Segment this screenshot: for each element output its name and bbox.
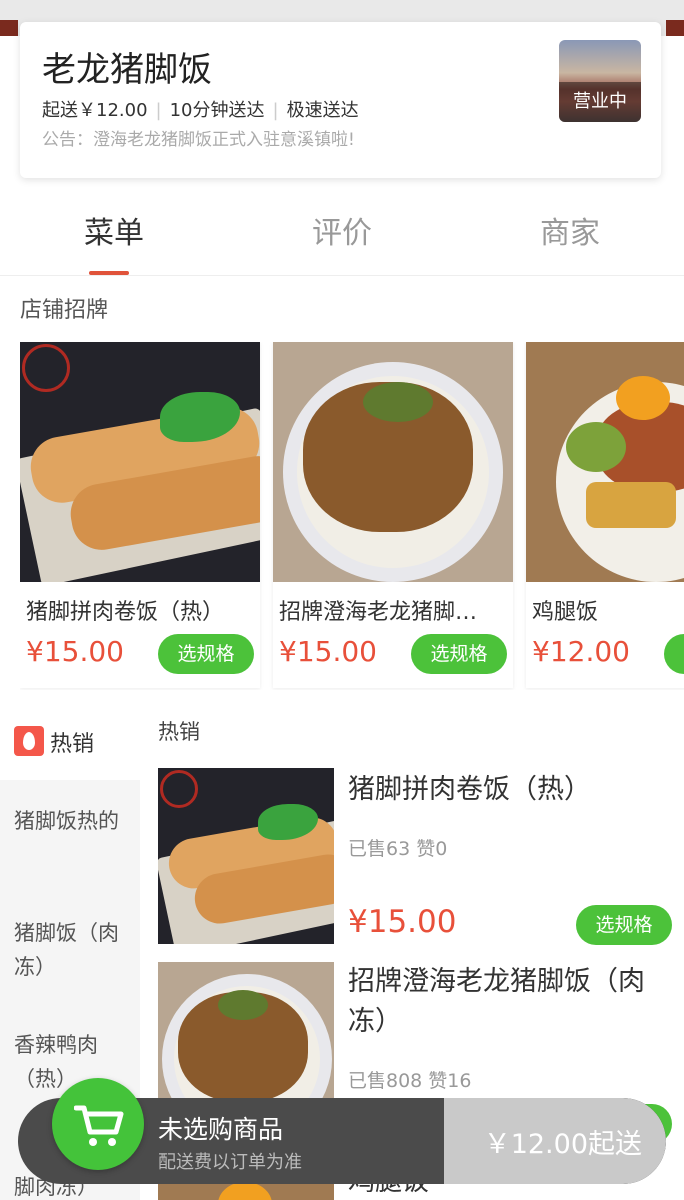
dish-price: ¥12.00 — [532, 635, 630, 668]
list-section-title: 热销 — [158, 720, 200, 744]
delivery-time: 10分钟送达 — [169, 100, 265, 121]
delivery-type: 极速送达 — [286, 100, 359, 121]
dish-name: 猪脚拼肉卷饭（热） — [26, 600, 225, 625]
dish-name: 招牌澄海老龙猪脚… — [279, 600, 478, 625]
dish-image — [526, 342, 684, 582]
header-accent — [666, 20, 684, 36]
sidebar-item-hot[interactable]: 热销 — [0, 700, 140, 780]
select-spec-button[interactable]: 选规格 — [411, 634, 507, 674]
shop-meta: 起送￥12.00 | 10分钟送达 | 极速送达 — [42, 96, 359, 122]
tab-merchant[interactable]: 商家 — [456, 208, 684, 252]
shop-name: 老龙猪脚饭 — [42, 50, 212, 90]
featured-card[interactable]: 猪脚拼肉卷饭（热） ¥15.00 选规格 — [20, 342, 260, 688]
dish-image — [158, 768, 334, 944]
featured-card[interactable]: 鸡腿饭 ¥12.00 选规格 — [526, 342, 684, 688]
dish-image — [20, 342, 260, 582]
cart-button[interactable] — [52, 1078, 144, 1170]
divider: | — [272, 100, 279, 121]
sidebar-item-label: 热销 — [50, 732, 95, 757]
dish-price: ¥15.00 — [348, 904, 457, 940]
sidebar-item[interactable]: 猪脚饭热的 — [14, 804, 124, 838]
sidebar-item[interactable]: 猪脚饭（肉冻） — [14, 916, 124, 984]
shop-logo[interactable]: 营业中 — [559, 40, 641, 122]
divider: | — [155, 100, 162, 121]
dish-name: 猪脚拼肉卷饭（热） — [348, 774, 591, 805]
header-accent — [0, 20, 18, 36]
min-order: 起送￥12.00 — [42, 100, 148, 121]
featured-title: 店铺招牌 — [20, 298, 109, 323]
dish-name: 招牌澄海老龙猪脚饭（肉冻） — [348, 966, 645, 1037]
open-status-badge: 营业中 — [559, 82, 641, 122]
shop-notice: 公告：澄海老龙猪脚饭正式入驻意溪镇啦! — [42, 130, 355, 150]
cart-fee-text: 配送费以订单为准 — [158, 1152, 302, 1173]
select-spec-button[interactable]: 选规格 — [664, 634, 684, 674]
featured-carousel[interactable]: 猪脚拼肉卷饭（热） ¥15.00 选规格 招牌澄海老龙猪脚… ¥15.00 选规… — [20, 342, 684, 690]
flame-icon — [14, 726, 44, 756]
tab-menu[interactable]: 菜单 — [0, 208, 228, 252]
checkout-button[interactable]: ￥12.00起送 — [444, 1098, 666, 1184]
cart-icon — [74, 1105, 124, 1146]
featured-card[interactable]: 招牌澄海老龙猪脚… ¥15.00 选规格 — [273, 342, 513, 688]
dish-sales: 已售808 赞16 — [348, 1070, 472, 1092]
cart-empty-text: 未选购商品 — [158, 1115, 284, 1144]
min-order-label: ￥12.00起送 — [483, 1129, 642, 1160]
dish-image — [273, 342, 513, 582]
dish-sales: 已售63 赞0 — [348, 838, 448, 860]
shop-info-card[interactable]: 老龙猪脚饭 起送￥12.00 | 10分钟送达 | 极速送达 公告：澄海老龙猪脚饭正式入… — [20, 22, 661, 178]
tab-active-indicator — [89, 271, 129, 275]
select-spec-button[interactable]: 选规格 — [158, 634, 254, 674]
list-item[interactable]: 猪脚拼肉卷饭（热） 已售63 赞0 ¥15.00 选规格 — [158, 768, 684, 948]
tab-reviews[interactable]: 评价 — [228, 208, 456, 252]
tab-bar: 菜单 评价 商家 — [0, 196, 684, 276]
dish-price: ¥15.00 — [279, 635, 377, 668]
dish-name: 鸡腿饭 — [532, 600, 599, 625]
select-spec-button[interactable]: 选规格 — [576, 905, 672, 945]
dish-price: ¥15.00 — [26, 635, 124, 668]
